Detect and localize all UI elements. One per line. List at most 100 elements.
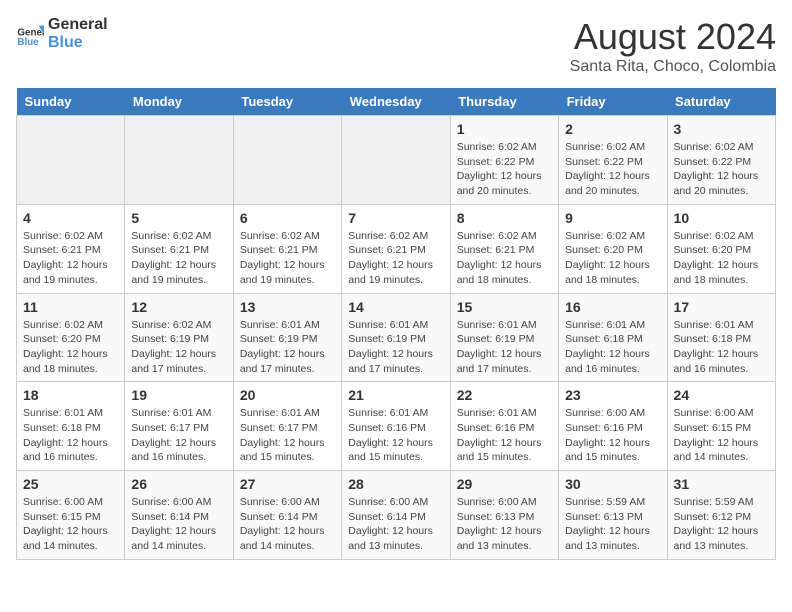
day-cell: 1 Sunrise: 6:02 AM Sunset: 6:22 PM Daylig… [450, 116, 558, 205]
day-info: Sunrise: 6:02 AM Sunset: 6:22 PM Dayligh… [674, 140, 769, 199]
day-number: 26 [131, 476, 226, 492]
day-info: Sunrise: 6:01 AM Sunset: 6:19 PM Dayligh… [240, 318, 335, 377]
day-number: 4 [23, 210, 118, 226]
day-cell: 7 Sunrise: 6:02 AM Sunset: 6:21 PM Daylig… [342, 204, 450, 293]
col-header-tuesday: Tuesday [233, 88, 341, 116]
day-number: 1 [457, 121, 552, 137]
day-cell: 26Sunrise: 6:00 AM Sunset: 6:14 PM Dayli… [125, 471, 233, 560]
week-row-3: 11Sunrise: 6:02 AM Sunset: 6:20 PM Dayli… [17, 293, 776, 382]
svg-text:Blue: Blue [17, 37, 39, 48]
day-cell: 8 Sunrise: 6:02 AM Sunset: 6:21 PM Daylig… [450, 204, 558, 293]
day-cell: 10 Sunrise: 6:02 AM Sunset: 6:20 PM Dayli… [667, 204, 775, 293]
day-cell: 31 Sunrise: 5:59 AM Sunset: 6:12 PM Dayli… [667, 471, 775, 560]
day-info: Sunrise: 6:00 AM Sunset: 6:15 PM Dayligh… [23, 495, 118, 554]
day-info: Sunrise: 6:01 AM Sunset: 6:18 PM Dayligh… [674, 318, 769, 377]
page-header: General Blue General Blue August 2024 Sa… [16, 16, 776, 76]
day-info: Sunrise: 6:01 AM Sunset: 6:17 PM Dayligh… [240, 406, 335, 465]
day-info: Sunrise: 6:02 AM Sunset: 6:21 PM Dayligh… [240, 229, 335, 288]
day-number: 27 [240, 476, 335, 492]
day-number: 3 [674, 121, 769, 137]
day-cell: 20 Sunrise: 6:01 AM Sunset: 6:17 PM Dayli… [233, 382, 341, 471]
day-number: 25 [23, 476, 118, 492]
day-number: 19 [131, 387, 226, 403]
day-number: 17 [674, 299, 769, 315]
col-header-sunday: Sunday [17, 88, 125, 116]
day-cell: 16Sunrise: 6:01 AM Sunset: 6:18 PM Dayli… [559, 293, 667, 382]
day-cell: 13Sunrise: 6:01 AM Sunset: 6:19 PM Dayli… [233, 293, 341, 382]
day-number: 9 [565, 210, 660, 226]
day-number: 7 [348, 210, 443, 226]
day-cell: 11Sunrise: 6:02 AM Sunset: 6:20 PM Dayli… [17, 293, 125, 382]
day-number: 24 [674, 387, 769, 403]
day-number: 18 [23, 387, 118, 403]
day-info: Sunrise: 6:00 AM Sunset: 6:13 PM Dayligh… [457, 495, 552, 554]
day-info: Sunrise: 6:02 AM Sunset: 6:21 PM Dayligh… [23, 229, 118, 288]
day-number: 15 [457, 299, 552, 315]
day-info: Sunrise: 5:59 AM Sunset: 6:13 PM Dayligh… [565, 495, 660, 554]
logo-blue: Blue [48, 34, 108, 52]
logo: General Blue General Blue [16, 16, 108, 52]
day-info: Sunrise: 6:01 AM Sunset: 6:16 PM Dayligh… [457, 406, 552, 465]
day-number: 10 [674, 210, 769, 226]
day-info: Sunrise: 6:02 AM Sunset: 6:21 PM Dayligh… [131, 229, 226, 288]
day-number: 29 [457, 476, 552, 492]
day-cell [125, 116, 233, 205]
day-cell: 22 Sunrise: 6:01 AM Sunset: 6:16 PM Dayli… [450, 382, 558, 471]
day-cell: 29 Sunrise: 6:00 AM Sunset: 6:13 PM Dayli… [450, 471, 558, 560]
day-cell: 6Sunrise: 6:02 AM Sunset: 6:21 PM Daylig… [233, 204, 341, 293]
day-cell: 12Sunrise: 6:02 AM Sunset: 6:19 PM Dayli… [125, 293, 233, 382]
day-cell: 14 Sunrise: 6:01 AM Sunset: 6:19 PM Dayli… [342, 293, 450, 382]
day-cell: 3 Sunrise: 6:02 AM Sunset: 6:22 PM Daylig… [667, 116, 775, 205]
col-header-friday: Friday [559, 88, 667, 116]
day-number: 23 [565, 387, 660, 403]
day-cell: 5 Sunrise: 6:02 AM Sunset: 6:21 PM Daylig… [125, 204, 233, 293]
day-cell: 15Sunrise: 6:01 AM Sunset: 6:19 PM Dayli… [450, 293, 558, 382]
day-number: 20 [240, 387, 335, 403]
week-row-1: 1 Sunrise: 6:02 AM Sunset: 6:22 PM Daylig… [17, 116, 776, 205]
day-info: Sunrise: 5:59 AM Sunset: 6:12 PM Dayligh… [674, 495, 769, 554]
location-subtitle: Santa Rita, Choco, Colombia [570, 58, 776, 76]
day-number: 16 [565, 299, 660, 315]
col-header-thursday: Thursday [450, 88, 558, 116]
day-info: Sunrise: 6:02 AM Sunset: 6:22 PM Dayligh… [565, 140, 660, 199]
day-number: 5 [131, 210, 226, 226]
day-number: 14 [348, 299, 443, 315]
day-number: 30 [565, 476, 660, 492]
day-info: Sunrise: 6:01 AM Sunset: 6:16 PM Dayligh… [348, 406, 443, 465]
day-number: 8 [457, 210, 552, 226]
calendar-table: SundayMondayTuesdayWednesdayThursdayFrid… [16, 88, 776, 560]
day-number: 2 [565, 121, 660, 137]
day-info: Sunrise: 6:01 AM Sunset: 6:19 PM Dayligh… [348, 318, 443, 377]
col-header-wednesday: Wednesday [342, 88, 450, 116]
day-cell: 9 Sunrise: 6:02 AM Sunset: 6:20 PM Daylig… [559, 204, 667, 293]
day-info: Sunrise: 6:02 AM Sunset: 6:19 PM Dayligh… [131, 318, 226, 377]
day-cell: 27Sunrise: 6:00 AM Sunset: 6:14 PM Dayli… [233, 471, 341, 560]
day-info: Sunrise: 6:00 AM Sunset: 6:14 PM Dayligh… [348, 495, 443, 554]
day-cell: 28Sunrise: 6:00 AM Sunset: 6:14 PM Dayli… [342, 471, 450, 560]
day-info: Sunrise: 6:02 AM Sunset: 6:20 PM Dayligh… [674, 229, 769, 288]
day-info: Sunrise: 6:00 AM Sunset: 6:16 PM Dayligh… [565, 406, 660, 465]
logo-icon: General Blue [16, 20, 44, 48]
day-number: 22 [457, 387, 552, 403]
day-number: 31 [674, 476, 769, 492]
day-cell: 2 Sunrise: 6:02 AM Sunset: 6:22 PM Daylig… [559, 116, 667, 205]
day-info: Sunrise: 6:02 AM Sunset: 6:21 PM Dayligh… [457, 229, 552, 288]
day-cell [342, 116, 450, 205]
day-info: Sunrise: 6:02 AM Sunset: 6:22 PM Dayligh… [457, 140, 552, 199]
week-row-2: 4 Sunrise: 6:02 AM Sunset: 6:21 PM Daylig… [17, 204, 776, 293]
week-row-4: 18 Sunrise: 6:01 AM Sunset: 6:18 PM Dayli… [17, 382, 776, 471]
day-cell: 21 Sunrise: 6:01 AM Sunset: 6:16 PM Dayli… [342, 382, 450, 471]
day-info: Sunrise: 6:02 AM Sunset: 6:20 PM Dayligh… [565, 229, 660, 288]
header-row: SundayMondayTuesdayWednesdayThursdayFrid… [17, 88, 776, 116]
day-cell: 17 Sunrise: 6:01 AM Sunset: 6:18 PM Dayli… [667, 293, 775, 382]
day-number: 11 [23, 299, 118, 315]
logo-general: General [48, 16, 108, 34]
day-number: 21 [348, 387, 443, 403]
week-row-5: 25 Sunrise: 6:00 AM Sunset: 6:15 PM Dayli… [17, 471, 776, 560]
day-info: Sunrise: 6:01 AM Sunset: 6:18 PM Dayligh… [23, 406, 118, 465]
day-cell: 23 Sunrise: 6:00 AM Sunset: 6:16 PM Dayli… [559, 382, 667, 471]
day-cell: 24Sunrise: 6:00 AM Sunset: 6:15 PM Dayli… [667, 382, 775, 471]
day-cell: 19Sunrise: 6:01 AM Sunset: 6:17 PM Dayli… [125, 382, 233, 471]
day-info: Sunrise: 6:02 AM Sunset: 6:21 PM Dayligh… [348, 229, 443, 288]
day-cell: 30 Sunrise: 5:59 AM Sunset: 6:13 PM Dayli… [559, 471, 667, 560]
